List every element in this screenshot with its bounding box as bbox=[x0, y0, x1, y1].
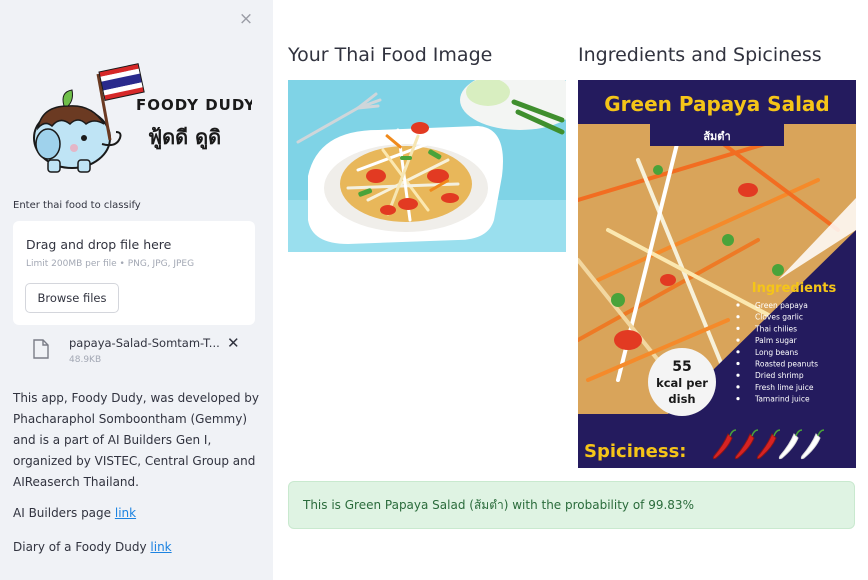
close-sidebar-icon[interactable]: × bbox=[238, 10, 254, 28]
prediction-result: This is Green Papaya Salad (ส้มตำ) with … bbox=[288, 481, 855, 529]
poster-kcal-number: 55 bbox=[672, 359, 691, 375]
ingredient-item: Long beans bbox=[755, 348, 798, 357]
thai-food-image bbox=[288, 80, 566, 252]
poster-title: Green Papaya Salad bbox=[604, 92, 830, 116]
uploader-label: Enter thai food to classify bbox=[13, 200, 141, 211]
ingredient-bullet bbox=[736, 338, 740, 342]
dropzone-limit: Limit 200MB per file • PNG, JPG, JPEG bbox=[26, 259, 195, 269]
ai-builders-label: AI Builders page bbox=[13, 506, 115, 520]
diary-line: Diary of a Foody Dudy link bbox=[13, 540, 172, 554]
poster-spiciness-label: Spiciness: bbox=[584, 441, 687, 462]
poster-graphic: Green Papaya Salad ส้มตำ 55 kcal per dis… bbox=[578, 80, 856, 468]
logo-thai-text: ฟู้ดดี ดูดิ bbox=[148, 125, 221, 151]
dropzone-title: Drag and drop file here bbox=[26, 237, 172, 252]
uploaded-file: papaya-Salad-Somtam-T... 48.9KB ✕ bbox=[13, 331, 255, 371]
ingredient-bullet bbox=[736, 397, 740, 401]
ingredient-item: Green papaya bbox=[755, 301, 808, 310]
poster-kcal-dish: dish bbox=[668, 392, 695, 406]
sidebar: × FOODY DUDY ฟู้ดดี ดูดิ Enter thai food… bbox=[0, 0, 273, 580]
ingredient-item: Tamarind juice bbox=[754, 395, 810, 404]
ingredients-poster: Green Papaya Salad ส้มตำ 55 kcal per dis… bbox=[578, 80, 856, 468]
poster-kcal-unit: kcal per bbox=[656, 376, 708, 390]
file-size: 48.9KB bbox=[69, 355, 102, 365]
ai-builders-line: AI Builders page link bbox=[13, 506, 136, 520]
logo-brand-text: FOODY DUDY bbox=[136, 96, 252, 114]
ingredient-bullet bbox=[736, 303, 740, 307]
ingredient-item: Thai chilies bbox=[754, 324, 797, 333]
diary-label: Diary of a Foody Dudy bbox=[13, 540, 151, 554]
ingredient-bullet bbox=[736, 315, 740, 319]
ingredient-bullet bbox=[736, 350, 740, 354]
ingredient-item: Fresh lime juice bbox=[755, 383, 814, 392]
ai-builders-link[interactable]: link bbox=[115, 506, 136, 520]
ingredient-item: Dried shrimp bbox=[755, 371, 804, 380]
ingredient-bullet bbox=[736, 373, 740, 377]
foody-dudy-logo: FOODY DUDY ฟู้ดดี ดูดิ bbox=[33, 63, 252, 173]
browse-files-button[interactable]: Browse files bbox=[25, 283, 119, 313]
ingredient-item: Palm sugar bbox=[755, 336, 798, 345]
remove-file-icon[interactable]: ✕ bbox=[227, 334, 240, 352]
file-name: papaya-Salad-Somtam-T... bbox=[69, 336, 220, 350]
ingredient-bullet bbox=[736, 385, 740, 389]
file-icon bbox=[33, 339, 49, 359]
ingredient-item: Roasted peanuts bbox=[755, 360, 818, 369]
ingredient-bullet bbox=[736, 361, 740, 366]
poster-thai-name: ส้มตำ bbox=[703, 130, 730, 143]
file-dropzone[interactable]: Drag and drop file here Limit 200MB per … bbox=[13, 221, 255, 325]
about-text: This app, Foody Dudy, was developed by P… bbox=[13, 391, 259, 489]
diary-link[interactable]: link bbox=[150, 540, 171, 554]
ingredient-bullet bbox=[736, 326, 740, 330]
ingredient-item: Cloves garlic bbox=[755, 313, 803, 322]
poster-ingredients-title: Ingredients bbox=[752, 281, 837, 296]
app: × FOODY DUDY ฟู้ดดี ดูดิ Enter thai food… bbox=[0, 0, 868, 580]
ingredients-title: Ingredients and Spiciness bbox=[578, 44, 822, 66]
food-image-title: Your Thai Food Image bbox=[288, 44, 493, 66]
